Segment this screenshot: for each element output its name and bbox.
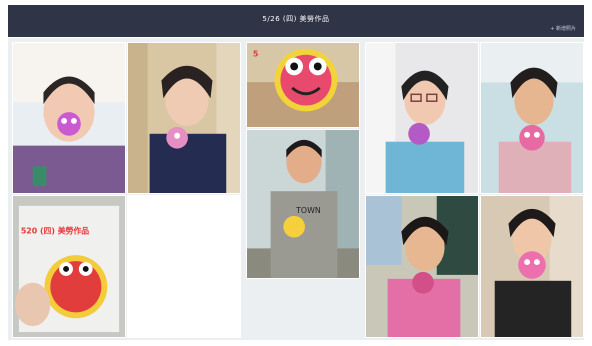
photo-girl-pink-shirt-2[interactable] bbox=[365, 195, 479, 338]
album-title: 5/26 (四) 美勞作品 bbox=[262, 15, 330, 23]
top-bar: 5/26 (四) 美勞作品 + 新增照片 bbox=[8, 5, 584, 37]
tablet-overlay-text: 520 (四) 美勞作品 bbox=[21, 225, 89, 235]
photo-wall: 5 TOWN 520 (四) 美勞作品 bbox=[8, 38, 584, 340]
photo-girl-purple-shirt[interactable] bbox=[12, 42, 126, 194]
empty-slot bbox=[127, 195, 241, 338]
photo-tablet-crab-craft[interactable]: 520 (四) 美勞作品 bbox=[12, 195, 126, 338]
svg-text:TOWN: TOWN bbox=[295, 206, 321, 215]
photo-boy-grey-shirt[interactable]: TOWN bbox=[246, 129, 360, 279]
photo-girl-glasses-blue[interactable] bbox=[365, 42, 479, 194]
photo-crab-craft-closeup[interactable]: 5 bbox=[246, 42, 360, 128]
svg-text:5: 5 bbox=[253, 50, 258, 59]
photo-girl-black-shirt[interactable] bbox=[480, 195, 584, 338]
add-photo-button[interactable]: + 新增照片 bbox=[550, 25, 576, 32]
photo-girl-navy-shirt[interactable] bbox=[127, 42, 241, 194]
photo-girl-pink-shirt-1[interactable] bbox=[480, 42, 584, 194]
